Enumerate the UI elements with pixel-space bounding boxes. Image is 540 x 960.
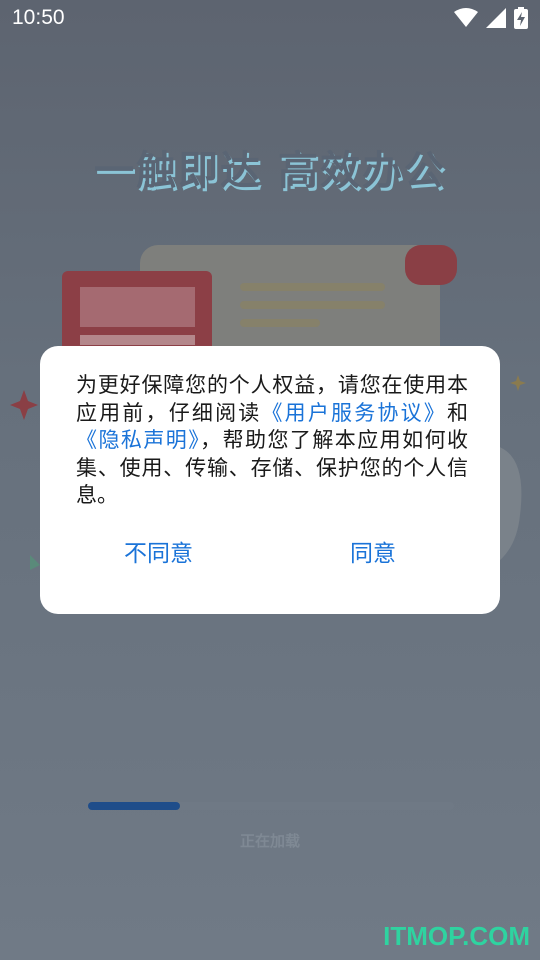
terms-of-service-link[interactable]: 《用户服务协议》 xyxy=(262,401,448,425)
disagree-button[interactable]: 不同意 xyxy=(124,534,193,568)
signal-icon xyxy=(486,8,506,28)
dialog-text-and: 和 xyxy=(447,400,468,425)
status-bar: 10:50 xyxy=(0,0,540,36)
privacy-policy-link[interactable]: 《隐私声明》 xyxy=(76,428,200,452)
loading-progress-bar xyxy=(88,802,454,810)
watermark: ITMOP.COM xyxy=(383,921,530,951)
dialog-message: 为更好保障您的个人权益，请您在使用本应用前，仔细阅读《用户服务协议》和《隐私声明… xyxy=(76,372,468,510)
battery-charging-icon xyxy=(514,7,528,29)
privacy-dialog: 为更好保障您的个人权益，请您在使用本应用前，仔细阅读《用户服务协议》和《隐私声明… xyxy=(40,346,500,614)
splash-headline: 一触即达 高效办公 xyxy=(94,148,446,194)
status-time: 10:50 xyxy=(12,6,65,29)
loading-text: 正在加载 xyxy=(239,832,300,850)
loading-progress-fill xyxy=(88,802,180,810)
status-icons xyxy=(454,7,528,29)
wifi-icon xyxy=(454,8,478,27)
agree-button[interactable]: 同意 xyxy=(350,534,396,568)
